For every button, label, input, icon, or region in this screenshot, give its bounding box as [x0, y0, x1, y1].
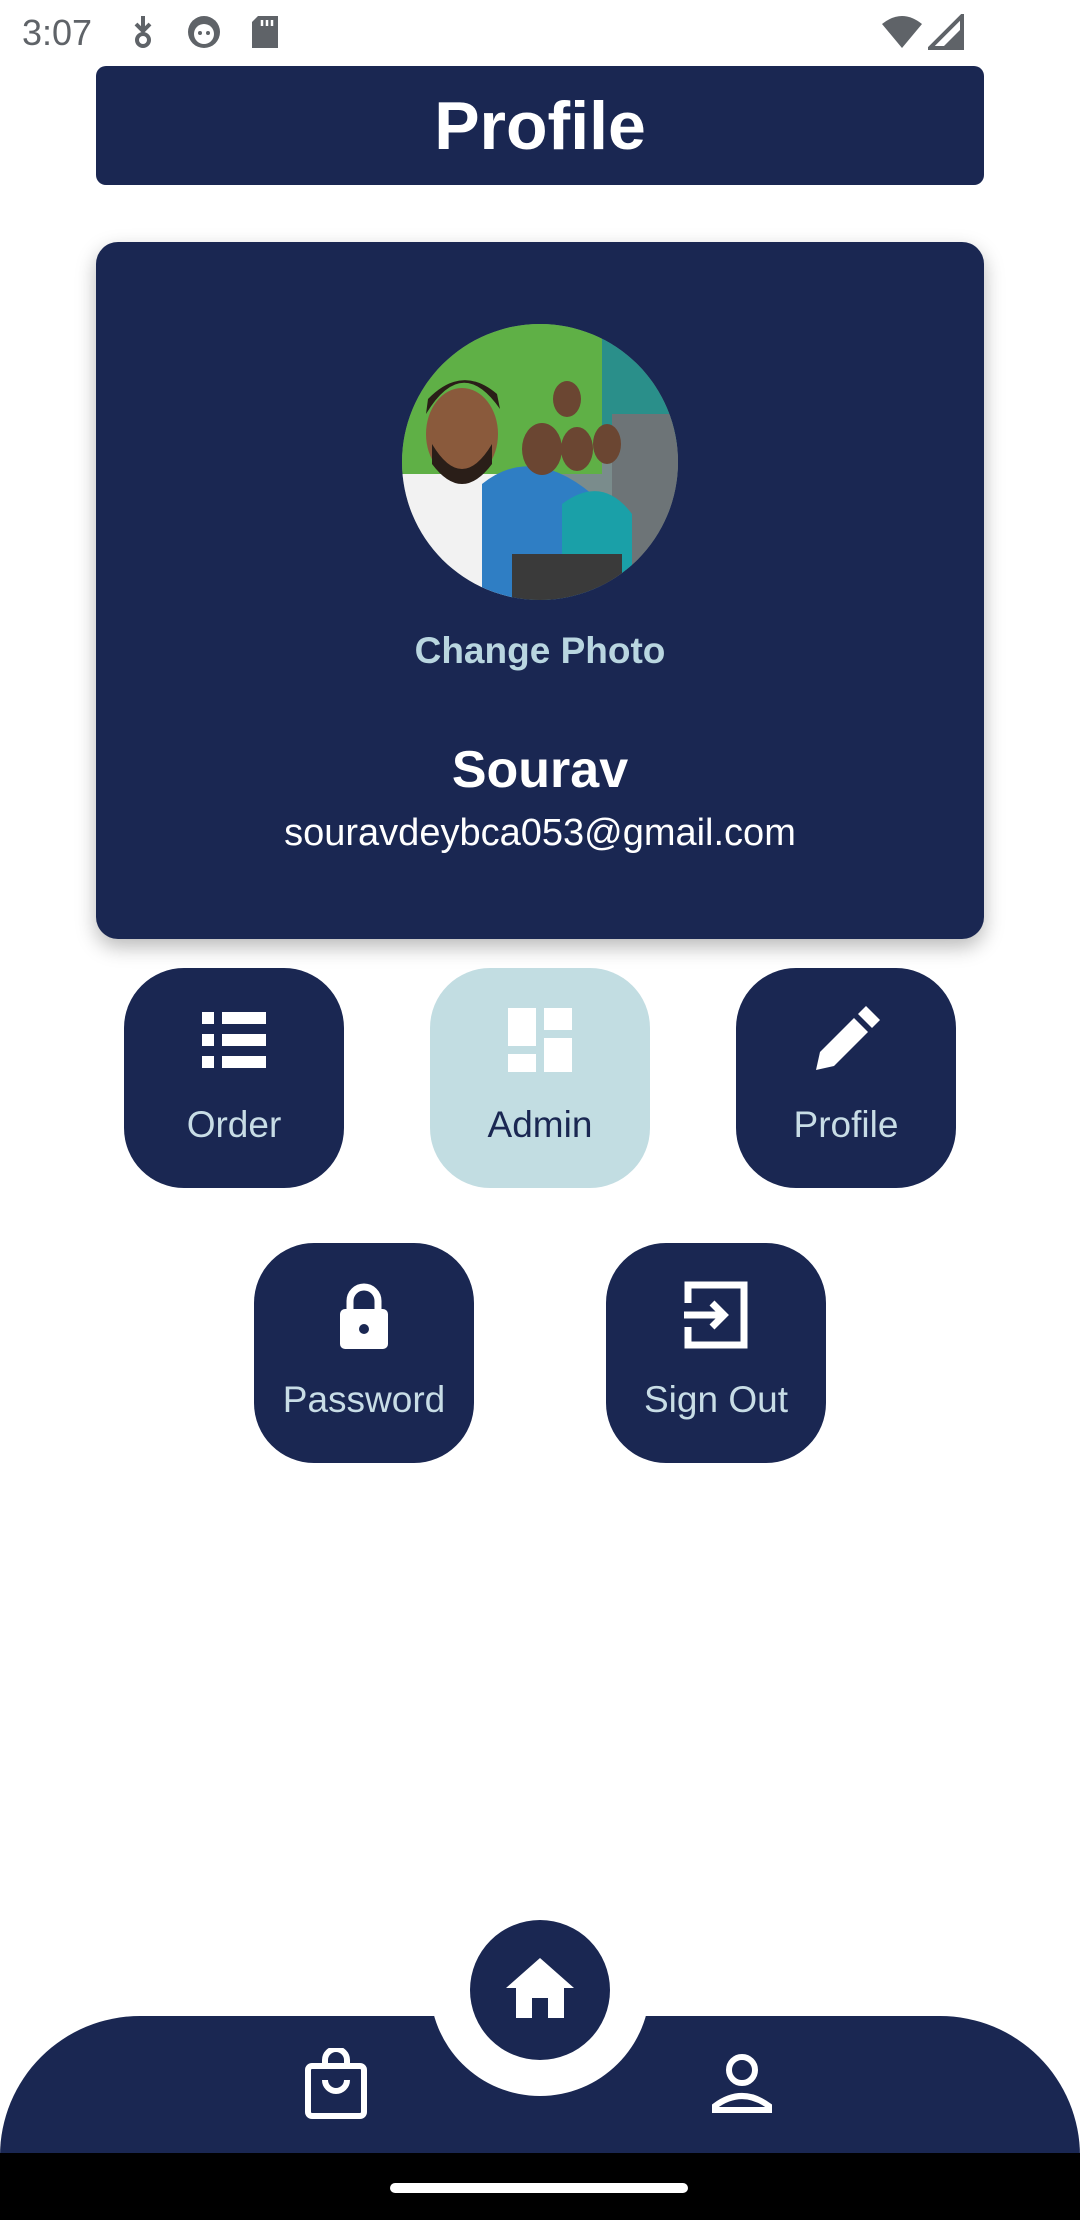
admin-button[interactable]: Admin [430, 968, 650, 1188]
status-bar: 3:07 [0, 0, 1080, 66]
profile-card: Change Photo Sourav souravdeybca053@gmai… [96, 242, 984, 939]
user-name: Sourav [451, 741, 629, 799]
sd-card-icon [250, 14, 280, 55]
profile-label: Profile [793, 1104, 899, 1145]
shopping-bag-icon [303, 2045, 369, 2125]
nav-account[interactable] [702, 2046, 782, 2126]
order-button[interactable]: Order [124, 968, 344, 1188]
nav-shop[interactable] [296, 2045, 376, 2126]
admin-label: Admin [487, 1104, 593, 1145]
home-icon [504, 1956, 576, 2025]
edit-pencil-icon [810, 1004, 882, 1076]
page-title: Profile [434, 87, 646, 164]
gesture-home-handle[interactable] [390, 2183, 688, 2193]
sign-out-button[interactable]: Sign Out [606, 1243, 826, 1463]
edit-profile-button[interactable]: Profile [736, 968, 956, 1188]
sign-out-icon [680, 1279, 752, 1351]
nav-home[interactable] [470, 1920, 610, 2060]
page-header: Profile [96, 66, 984, 185]
download-status-icon [128, 14, 158, 55]
notification-face-icon [186, 14, 222, 55]
system-navigation-bar [0, 2153, 1080, 2220]
wifi-icon [880, 14, 924, 55]
status-time: 3:07 [22, 12, 93, 53]
avatar[interactable] [402, 324, 678, 600]
cell-signal-icon [925, 11, 964, 55]
list-icon [198, 1004, 270, 1076]
user-email: souravdeybca053@gmail.com [284, 812, 796, 854]
lock-icon [328, 1279, 400, 1351]
change-photo-button[interactable]: Change Photo [96, 630, 984, 672]
person-icon [710, 2052, 774, 2121]
order-label: Order [186, 1104, 282, 1145]
password-label: Password [282, 1379, 446, 1420]
password-button[interactable]: Password [254, 1243, 474, 1463]
dashboard-icon [504, 1004, 576, 1076]
sign-out-label: Sign Out [644, 1379, 788, 1420]
